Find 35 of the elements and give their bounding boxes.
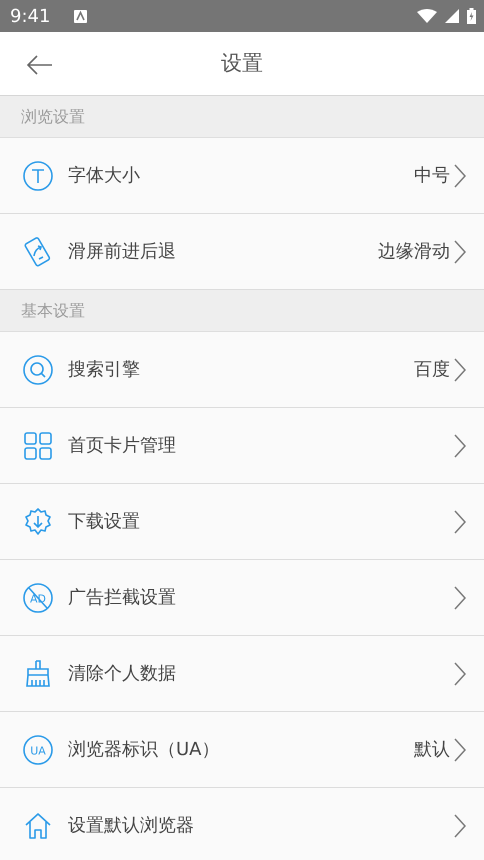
setting-label: 设置默认浏览器: [68, 814, 194, 838]
notification-icon: [74, 10, 88, 22]
wifi-icon: [417, 9, 437, 23]
ua-icon: UA: [22, 734, 54, 766]
section-header: 基本设置: [21, 300, 85, 322]
page-title: 设置: [221, 50, 263, 77]
section-header: 浏览设置: [21, 106, 85, 128]
chevron-icon: [454, 164, 466, 188]
setting-value: 中号: [414, 164, 450, 188]
setting-label: 浏览器标识（UA）: [68, 738, 220, 762]
font-size-icon: [22, 160, 54, 192]
setting-label: 下载设置: [68, 510, 140, 534]
setting-label: 清除个人数据: [68, 662, 176, 686]
chevron-icon: [454, 240, 466, 264]
battery-icon: [467, 8, 476, 24]
status-time: 9:41: [10, 4, 50, 28]
chevron-icon: [454, 358, 466, 382]
chevron-icon: [454, 434, 466, 458]
chevron-icon: [454, 586, 466, 610]
setting-label: 搜索引擎: [68, 358, 140, 382]
setting-label: 首页卡片管理: [68, 434, 176, 458]
setting-value: 百度: [414, 358, 450, 382]
chevron-icon: [454, 738, 466, 762]
chevron-icon: [454, 510, 466, 534]
grid-icon: [22, 430, 54, 462]
chevron-icon: [454, 662, 466, 686]
chevron-icon: [454, 814, 466, 838]
setting-label: 广告拦截设置: [68, 586, 176, 610]
search-icon: [22, 354, 54, 386]
download-gear-icon: [22, 506, 54, 538]
signal-icon: [445, 9, 459, 23]
setting-value: 边缘滑动: [378, 240, 450, 264]
setting-label: 滑屏前进后退: [68, 240, 176, 264]
setting-value: 默认: [414, 738, 450, 762]
setting-label: 字体大小: [68, 164, 140, 188]
